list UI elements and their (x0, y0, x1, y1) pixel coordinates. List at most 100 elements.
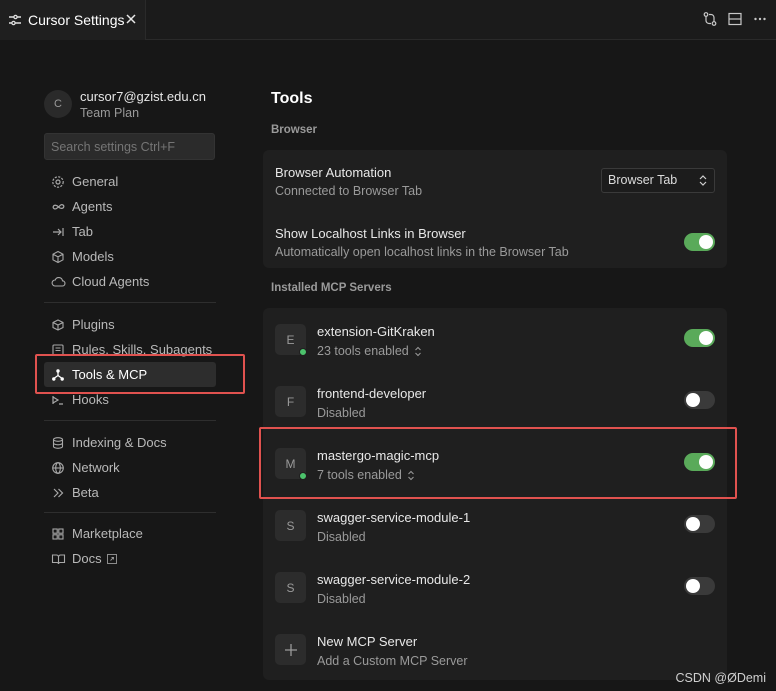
sidebar-item-label: Plugins (72, 317, 115, 332)
nav-group-primary: General Agents Tab Models Cloud Agents (44, 169, 216, 294)
avatar: C (44, 90, 72, 118)
infinity-icon (52, 203, 64, 209)
page-title: Tools (271, 90, 313, 107)
highlight-box-tools-mcp (35, 354, 245, 394)
settings-sliders-icon (9, 14, 21, 26)
new-server-title: New MCP Server (317, 634, 418, 649)
mcp-server-row: S swagger-service-module-1 Disabled (275, 506, 715, 546)
nav-group-data: Indexing & Docs Network Beta (44, 430, 216, 505)
sidebar-item-label: Cloud Agents (72, 274, 150, 289)
nav-group-resources: Marketplace Docs (44, 521, 216, 571)
server-enable-toggle[interactable] (684, 577, 715, 595)
server-status[interactable]: 23 tools enabled (317, 344, 422, 358)
sidebar-item-plugins[interactable]: Plugins (44, 312, 216, 337)
sidebar-item-label: Models (72, 249, 114, 264)
mcp-server-row: S swagger-service-module-2 Disabled (275, 568, 715, 608)
more-actions-button[interactable] (752, 11, 768, 27)
sidebar-item-models[interactable]: Models (44, 244, 216, 269)
tab-title: Cursor Settings (28, 12, 125, 28)
server-name: extension-GitKraken (317, 324, 435, 339)
sidebar-item-docs[interactable]: Docs (44, 546, 216, 571)
server-avatar: S (275, 510, 306, 541)
server-name: frontend-developer (317, 386, 427, 401)
user-profile: C cursor7@gzist.edu.cn Team Plan (44, 88, 206, 122)
server-enable-toggle[interactable] (684, 515, 715, 533)
browser-automation-select[interactable]: Browser Tab (601, 168, 715, 193)
git-compare-icon (703, 12, 717, 26)
sidebar-item-general[interactable]: General (44, 169, 216, 194)
server-avatar: F (275, 386, 306, 417)
new-mcp-server-row[interactable]: New MCP Server Add a Custom MCP Server (275, 630, 715, 670)
gear-icon (52, 175, 64, 188)
section-label-browser: Browser (271, 124, 318, 136)
sidebar-item-label: Tab (72, 224, 93, 239)
section-label-mcp: Installed MCP Servers (271, 282, 392, 294)
new-server-subtitle: Add a Custom MCP Server (317, 654, 468, 668)
sidebar-divider (44, 420, 216, 421)
hooks-icon (52, 395, 63, 405)
user-email: cursor7@gzist.edu.cn (80, 89, 206, 104)
online-status-dot (299, 348, 307, 356)
server-status: Disabled (317, 592, 366, 606)
highlight-box-mastergo (259, 427, 737, 499)
sidebar-item-label: General (72, 174, 119, 189)
localhost-links-title: Show Localhost Links in Browser (275, 226, 466, 241)
plus-icon (284, 643, 297, 656)
sidebar-item-beta[interactable]: Beta (44, 480, 216, 505)
ellipsis-icon (754, 17, 766, 21)
compare-changes-button[interactable] (702, 11, 718, 27)
marketplace-icon (52, 527, 64, 540)
browser-settings-card: Browser Automation Connected to Browser … (263, 150, 727, 268)
user-plan: Team Plan (80, 106, 140, 120)
localhost-links-subtitle: Automatically open localhost links in th… (275, 245, 569, 259)
editor-actions (702, 11, 768, 27)
book-icon (51, 553, 65, 564)
close-icon[interactable] (124, 12, 138, 26)
split-editor-button[interactable] (727, 11, 743, 27)
sidebar-item-tab[interactable]: Tab (44, 219, 216, 244)
server-name: swagger-service-module-2 (317, 572, 471, 587)
sidebar-item-label: Docs (72, 551, 102, 566)
server-enable-toggle[interactable] (684, 329, 715, 347)
sidebar-item-label: Marketplace (72, 526, 143, 541)
search-settings-input[interactable] (44, 133, 215, 160)
sidebar-item-label: Indexing & Docs (72, 435, 167, 450)
server-status: Disabled (317, 406, 366, 420)
external-link-icon (106, 553, 117, 564)
chevron-up-down-icon (699, 175, 707, 186)
split-layout-icon (728, 12, 742, 26)
localhost-links-row: Show Localhost Links in Browser Automati… (275, 226, 715, 259)
sidebar-divider (44, 302, 216, 303)
database-icon (52, 436, 64, 449)
server-avatar: S (275, 572, 306, 603)
sidebar-divider (44, 512, 216, 513)
sidebar-item-cloud-agents[interactable]: Cloud Agents (44, 269, 216, 294)
sidebar-item-network[interactable]: Network (44, 455, 216, 480)
chevrons-right-icon (53, 488, 64, 497)
sidebar-item-label: Beta (72, 485, 99, 500)
tab-cursor-settings[interactable]: Cursor Settings (0, 0, 146, 40)
sidebar-item-label: Network (72, 460, 120, 475)
sidebar-item-label: Agents (72, 199, 113, 214)
plugin-icon (52, 318, 64, 331)
tab-bar: Cursor Settings (0, 0, 776, 40)
settings-page: C cursor7@gzist.edu.cn Team Plan General… (0, 40, 776, 691)
tab-arrow-icon (53, 227, 64, 236)
server-enable-toggle[interactable] (684, 391, 715, 409)
select-value: Browser Tab (608, 173, 678, 187)
mcp-server-row: E extension-GitKraken 23 tools enabled (275, 320, 715, 360)
add-server-button[interactable] (275, 634, 306, 665)
sidebar-item-indexing-docs[interactable]: Indexing & Docs (44, 430, 216, 455)
sidebar-item-marketplace[interactable]: Marketplace (44, 521, 216, 546)
globe-icon (52, 461, 64, 474)
mcp-server-row: F frontend-developer Disabled (275, 382, 715, 422)
chevron-up-down-icon (414, 346, 421, 356)
server-name: swagger-service-module-1 (317, 510, 471, 525)
sidebar-item-agents[interactable]: Agents (44, 194, 216, 219)
watermark: CSDN @ØDemi (675, 671, 766, 685)
sidebar-item-label: Hooks (72, 392, 109, 407)
localhost-links-toggle[interactable] (684, 233, 715, 251)
cloud-icon (51, 276, 65, 287)
cube-icon (52, 250, 64, 263)
server-status: Disabled (317, 530, 366, 544)
